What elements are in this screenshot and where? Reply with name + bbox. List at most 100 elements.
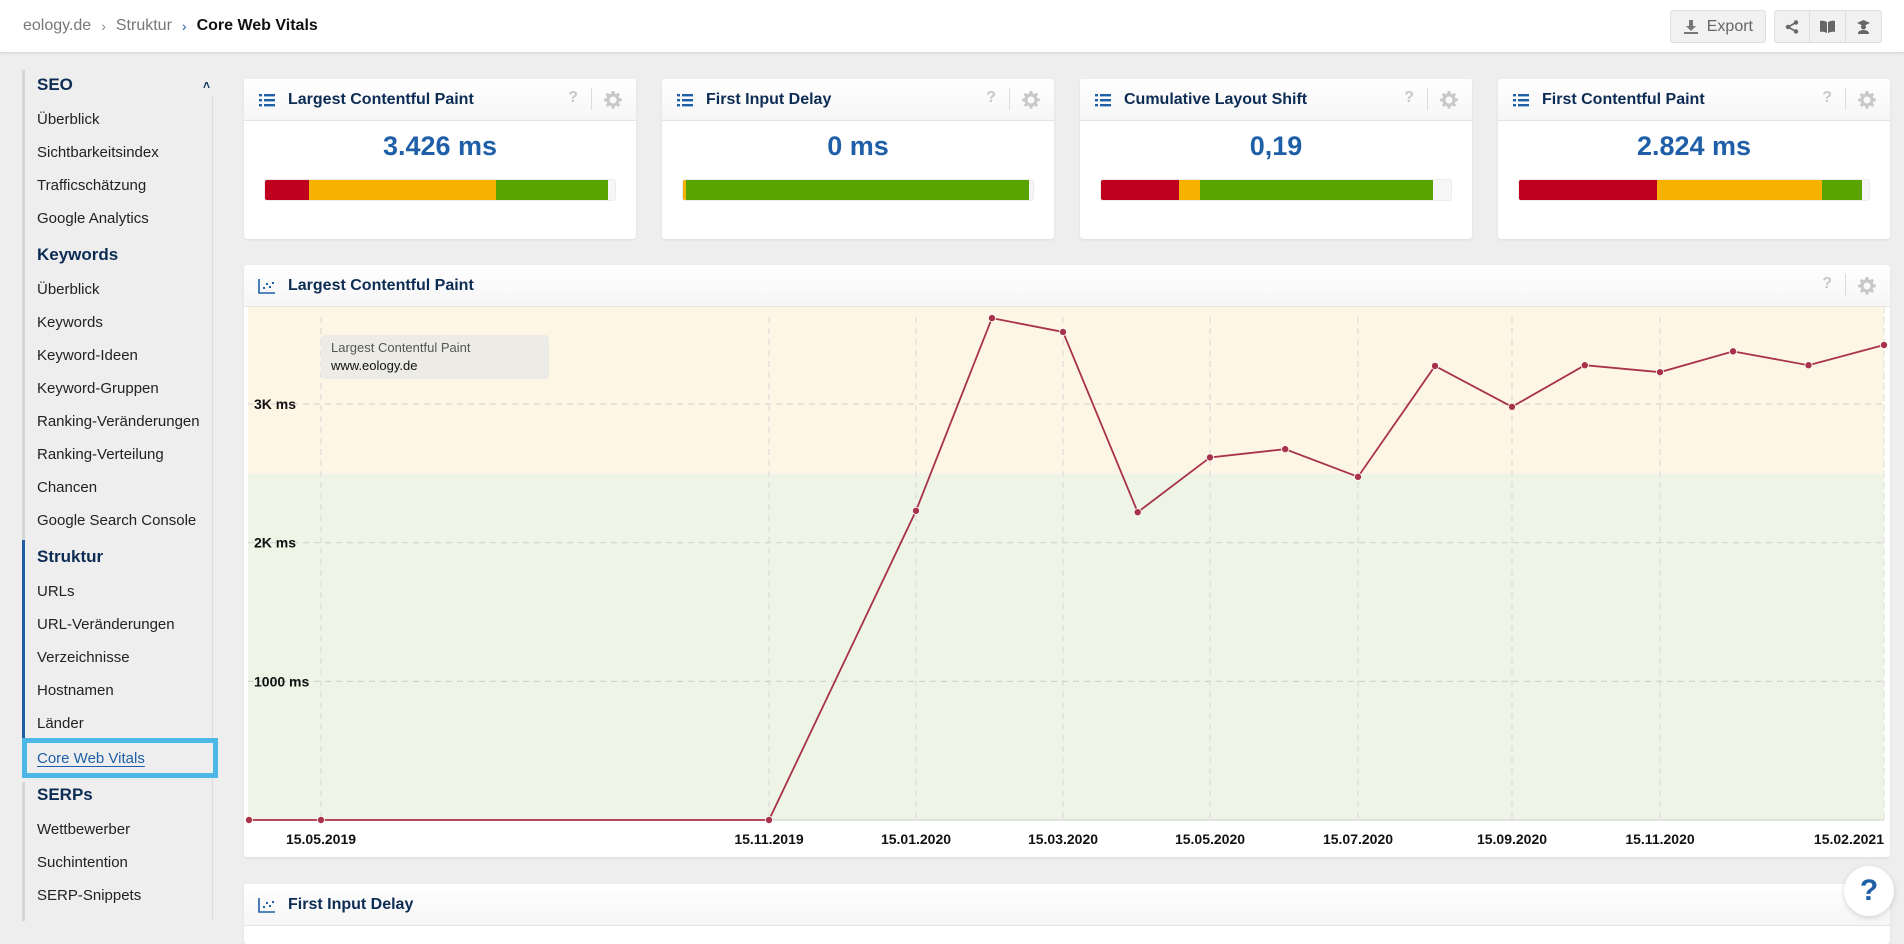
data-point xyxy=(1880,340,1889,349)
y-tick-label: 1000 ms xyxy=(254,673,309,689)
card-header: Largest Contentful Paint ? xyxy=(244,79,636,121)
data-point xyxy=(1431,361,1440,370)
sidebar-item-ranking-verteilung[interactable]: Ranking-Verteilung xyxy=(37,446,164,463)
kpi-value: 0,19 xyxy=(1249,131,1303,161)
help-button[interactable]: ? xyxy=(1844,866,1894,916)
academy-button[interactable] xyxy=(1846,10,1882,43)
chevron-up-icon[interactable]: ˄ xyxy=(203,78,210,92)
distribution-segment-good xyxy=(685,180,1030,200)
sidebar-item-ranking-veraenderungen[interactable]: Ranking-Veränderungen xyxy=(37,413,200,430)
chart-legend[interactable]: Largest Contentful Paint www.eology.de xyxy=(321,335,549,379)
distribution-bar xyxy=(682,179,1034,201)
kpi-card-first-input-delay: First Input Delay ? 0 ms xyxy=(662,79,1054,239)
sidebar-rail xyxy=(22,782,25,921)
x-tick-label: 15.11.2020 xyxy=(1625,831,1695,847)
sidebar-item-google-analytics[interactable]: Google Analytics xyxy=(37,210,149,227)
sidebar-item-suchintention[interactable]: Suchintention xyxy=(37,854,128,871)
sidebar-item-serp-snippets[interactable]: SERP-Snippets xyxy=(37,887,141,904)
sidebar-item-hostnamen[interactable]: Hostnamen xyxy=(37,682,114,699)
sidebar-right-border xyxy=(212,95,213,921)
data-point xyxy=(1281,445,1290,454)
sidebar-item-sichtbarkeitsindex[interactable]: Sichtbarkeitsindex xyxy=(37,144,159,161)
help-icon[interactable]: ? xyxy=(986,89,996,107)
sidebar-item-urls[interactable]: URLs xyxy=(37,583,75,600)
x-tick-label: 15.01.2020 xyxy=(881,831,951,847)
sidebar-item-google-search-console[interactable]: Google Search Console xyxy=(37,512,196,529)
list-icon xyxy=(1095,94,1111,107)
sidebar-item-keyword-ideen[interactable]: Keyword-Ideen xyxy=(37,347,138,364)
x-tick-label: 15.11.2019 xyxy=(734,831,804,847)
distribution-segment-good xyxy=(496,180,608,200)
sidebar-item-core-web-vitals[interactable]: Core Web Vitals xyxy=(22,738,218,778)
sidebar-item-keyword-gruppen[interactable]: Keyword-Gruppen xyxy=(37,380,159,397)
list-icon xyxy=(677,94,693,107)
distribution-segment-needs-improvement xyxy=(308,180,496,200)
gear-icon[interactable] xyxy=(1022,91,1040,109)
sidebar-item-seo-ueberblick[interactable]: Überblick xyxy=(37,111,100,128)
help-icon[interactable]: ? xyxy=(568,89,578,107)
data-point xyxy=(1580,361,1589,370)
distribution-bar xyxy=(1518,179,1870,201)
export-label: Export xyxy=(1706,17,1753,35)
sidebar-item-wettbewerber[interactable]: Wettbewerber xyxy=(37,821,130,838)
data-point xyxy=(1206,453,1215,462)
handbook-button[interactable] xyxy=(1810,10,1846,43)
data-point xyxy=(1354,472,1363,481)
data-point xyxy=(912,506,921,515)
distribution-segment-good xyxy=(1821,180,1862,200)
export-button[interactable]: Export xyxy=(1669,10,1766,43)
gear-icon[interactable] xyxy=(1858,277,1876,295)
divider xyxy=(1845,88,1846,110)
help-icon[interactable]: ? xyxy=(1822,275,1832,293)
card-title: Cumulative Layout Shift xyxy=(1124,91,1308,108)
data-point xyxy=(1133,508,1142,517)
sidebar-section-keywords[interactable]: Keywords xyxy=(37,245,118,265)
breadcrumb-item-struktur[interactable]: Struktur xyxy=(116,17,172,35)
sidebar-item-url-veraenderungen[interactable]: URL-Veränderungen xyxy=(37,616,175,633)
distribution-segment-good xyxy=(1199,180,1434,200)
x-tick-label: 15.03.2020 xyxy=(1028,831,1098,847)
scatter-chart-icon xyxy=(258,898,275,913)
kpi-card-first-contentful-paint: First Contentful Paint ? 2.824 ms xyxy=(1498,79,1890,239)
x-tick-label: 15.05.2020 xyxy=(1175,831,1245,847)
sidebar-section-struktur[interactable]: Struktur xyxy=(37,547,103,567)
legend-title: Largest Contentful Paint xyxy=(331,340,471,355)
data-point xyxy=(1729,347,1738,356)
toolbar: Export xyxy=(1669,10,1882,43)
gear-icon[interactable] xyxy=(1858,91,1876,109)
x-tick-label: 15.07.2020 xyxy=(1323,831,1393,847)
help-icon[interactable]: ? xyxy=(1404,89,1414,107)
data-point xyxy=(1508,402,1517,411)
sidebar-item-trafficschaetzung[interactable]: Trafficschätzung xyxy=(37,177,146,194)
sidebar-item-verzeichnisse[interactable]: Verzeichnisse xyxy=(37,649,130,666)
breadcrumb-item-domain[interactable]: eology.de xyxy=(23,17,91,35)
share-button[interactable] xyxy=(1774,10,1810,43)
kpi-value: 2.824 ms xyxy=(1636,131,1752,161)
question-mark-icon: ? xyxy=(1859,874,1879,907)
card-header: First Contentful Paint ? xyxy=(1498,79,1890,121)
gear-icon[interactable] xyxy=(604,91,622,109)
breadcrumb-current: Core Web Vitals xyxy=(196,17,318,34)
breadcrumb: eology.de › Struktur › Core Web Vitals xyxy=(23,17,318,35)
data-point xyxy=(245,815,253,824)
data-point xyxy=(317,815,326,824)
data-point xyxy=(765,815,774,824)
sidebar-item-keywords-ueberblick[interactable]: Überblick xyxy=(37,281,100,298)
kpi-value: 0 ms xyxy=(827,131,889,161)
sidebar-item-laender[interactable]: Länder xyxy=(37,715,84,732)
card-header: Cumulative Layout Shift ? xyxy=(1080,79,1472,121)
sidebar-section-seo[interactable]: SEO xyxy=(37,75,73,95)
sidebar-section-serps[interactable]: SERPs xyxy=(37,785,93,805)
kpi-value: 3.426 ms xyxy=(382,131,498,161)
divider xyxy=(1845,274,1846,296)
toolbar-icon-group xyxy=(1774,10,1882,43)
sidebar-item-keywords[interactable]: Keywords xyxy=(37,314,103,331)
divider xyxy=(1009,88,1010,110)
sidebar-item-chancen[interactable]: Chancen xyxy=(37,479,97,496)
gear-icon[interactable] xyxy=(1440,91,1458,109)
card-header: Largest Contentful Paint ? xyxy=(244,265,1890,307)
fid-chart-card: First Input Delay xyxy=(244,884,1890,944)
help-icon[interactable]: ? xyxy=(1822,89,1832,107)
lcp-line-chart: 1000 ms 2K ms 3K ms 15.05.2019 15.11.2019 15.… xyxy=(245,307,1889,847)
x-tick-label: 15.02.2021 xyxy=(1814,831,1884,847)
